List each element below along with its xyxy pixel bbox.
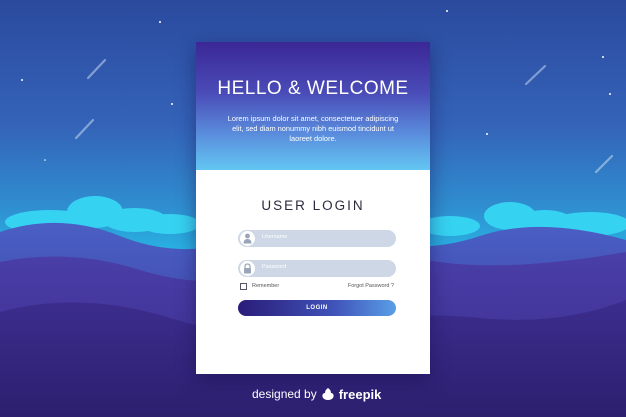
forgot-password-link[interactable]: Forgot Password ? <box>348 283 394 289</box>
freepik-brand-text: freepik <box>338 386 382 402</box>
username-field[interactable]: Username <box>238 230 396 247</box>
lock-icon <box>240 261 255 276</box>
remember-label: Remember <box>252 283 280 289</box>
remember-checkbox[interactable] <box>240 283 247 290</box>
welcome-description: Lorem ipsum dolor sit amet, consectetuer… <box>227 114 399 143</box>
password-placeholder: Password <box>262 264 287 270</box>
freepik-logo-icon <box>322 388 334 400</box>
user-icon <box>240 231 255 246</box>
login-card: HELLO & WELCOME Lorem ipsum dolor sit am… <box>196 42 430 374</box>
remember-row: Remember Forgot Password ? <box>238 283 396 291</box>
welcome-title: HELLO & WELCOME <box>217 78 409 99</box>
login-title: USER LOGIN <box>261 198 365 213</box>
username-placeholder: Username <box>262 234 288 240</box>
login-button[interactable]: LOGIN <box>238 300 396 316</box>
card-header: HELLO & WELCOME Lorem ipsum dolor sit am… <box>196 42 430 170</box>
designed-by-text: designed by <box>252 387 317 401</box>
designed-by-watermark: designed by freepik <box>252 385 381 403</box>
password-field[interactable]: Password <box>238 260 396 277</box>
